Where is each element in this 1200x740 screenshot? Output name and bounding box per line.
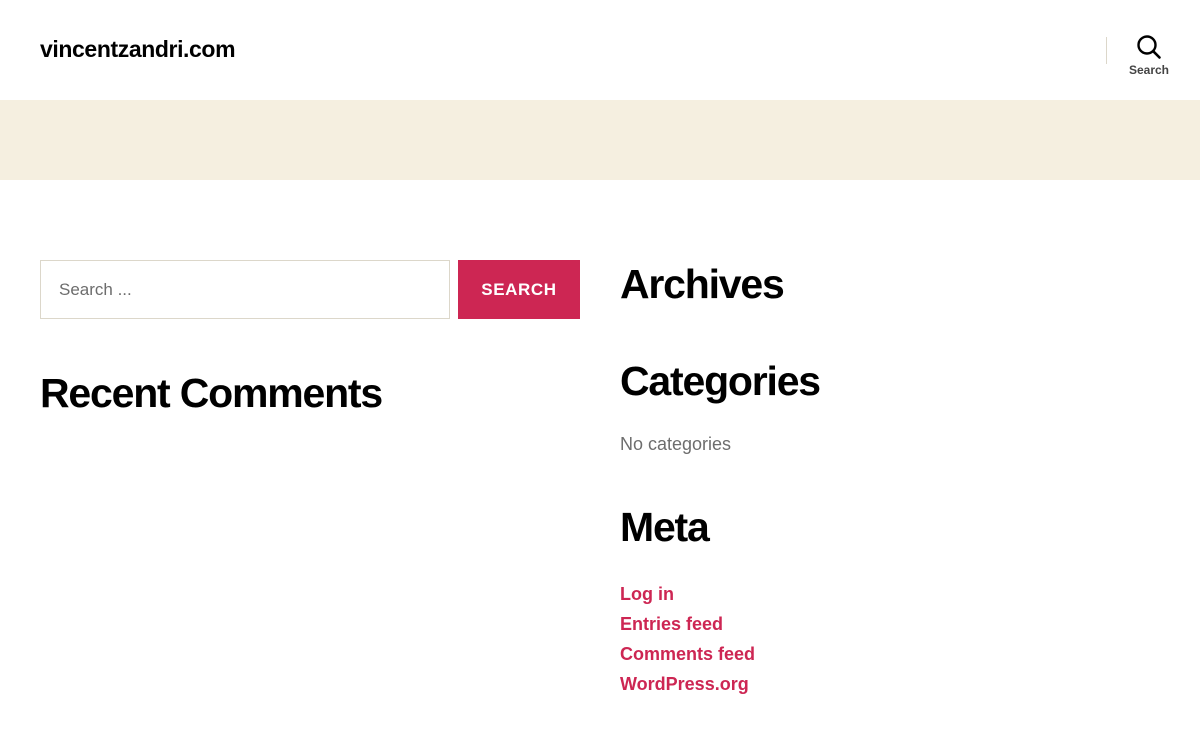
entries-feed-link[interactable]: Entries feed [620, 614, 723, 634]
wordpress-org-link[interactable]: WordPress.org [620, 674, 749, 694]
search-toggle-label: Search [1128, 63, 1170, 77]
search-icon [1136, 34, 1162, 60]
site-header: vincentzandri.com Search [0, 0, 1200, 100]
list-item: WordPress.org [620, 674, 1160, 704]
search-input[interactable] [40, 260, 450, 319]
log-in-link[interactable]: Log in [620, 584, 674, 604]
widget-column-left: SEARCH Recent Comments [40, 260, 580, 416]
meta-title: Meta [620, 504, 710, 551]
categories-title: Categories [620, 358, 821, 405]
recent-comments-title: Recent Comments [40, 370, 383, 416]
search-form: SEARCH [40, 260, 580, 319]
meta-links-list: Log in Entries feed Comments feed WordPr… [620, 584, 1160, 704]
comments-feed-link[interactable]: Comments feed [620, 644, 755, 664]
archives-title: Archives [620, 261, 785, 307]
no-categories-text: No categories [620, 434, 732, 455]
header-band [0, 100, 1200, 180]
header-divider [1106, 37, 1107, 64]
search-submit-button[interactable]: SEARCH [458, 260, 580, 319]
widget-column-right: Archives Categories No categories Meta L… [620, 260, 1160, 704]
search-toggle-button[interactable]: Search [1118, 34, 1180, 86]
list-item: Entries feed [620, 614, 1160, 644]
list-item: Comments feed [620, 644, 1160, 674]
list-item: Log in [620, 584, 1160, 614]
site-title-link[interactable]: vincentzandri.com [40, 36, 236, 63]
